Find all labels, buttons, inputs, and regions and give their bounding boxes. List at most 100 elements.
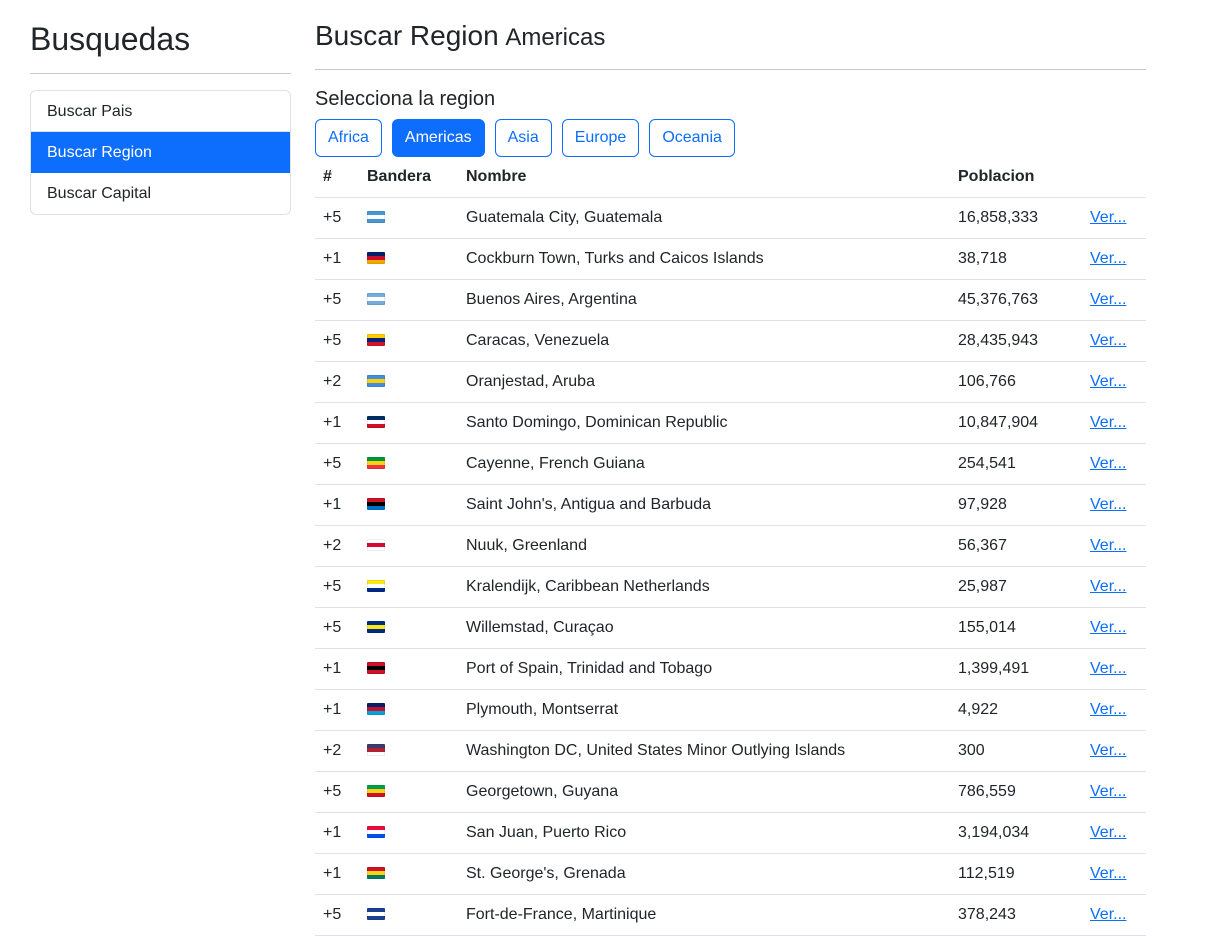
region-button-europe[interactable]: Europe [561, 119, 640, 157]
header-number: # [315, 157, 359, 198]
row-name: Cayenne, French Guiana [458, 443, 950, 485]
row-population: 10,847,904 [950, 402, 1082, 444]
row-number: +5 [315, 197, 359, 239]
row-action-cell: Ver... [1082, 361, 1146, 403]
row-name: Nuuk, Greenland [458, 525, 950, 567]
row-flag-cell [359, 361, 458, 403]
row-population: 16,858,333 [950, 197, 1082, 239]
row-action-cell: Ver... [1082, 279, 1146, 321]
row-action-cell: Ver... [1082, 402, 1146, 444]
row-number: +5 [315, 443, 359, 485]
menu-item-buscar-region[interactable]: Buscar Region [31, 132, 290, 173]
row-flag-cell [359, 402, 458, 444]
row-name: Port of Spain, Trinidad and Tobago [458, 648, 950, 690]
ver-link[interactable]: Ver... [1090, 824, 1126, 841]
ver-link[interactable]: Ver... [1090, 250, 1126, 267]
ver-link[interactable]: Ver... [1090, 742, 1126, 759]
ver-link[interactable]: Ver... [1090, 455, 1126, 472]
row-number: +2 [315, 525, 359, 567]
ver-link[interactable]: Ver... [1090, 619, 1126, 636]
row-number: +5 [315, 771, 359, 813]
region-button-africa[interactable]: Africa [315, 119, 382, 157]
row-flag-cell [359, 484, 458, 526]
row-flag-cell [359, 566, 458, 608]
row-name: Oranjestad, Aruba [458, 361, 950, 403]
row-population: 378,243 [950, 894, 1082, 936]
row-flag-cell [359, 279, 458, 321]
row-action-cell: Ver... [1082, 648, 1146, 690]
ver-link[interactable]: Ver... [1090, 701, 1126, 718]
region-buttons: Africa Americas Asia Europe Oceania [315, 119, 1146, 157]
row-name: Saint John's, Antigua and Barbuda [458, 484, 950, 526]
table-row: +5 Guatemala City, Guatemala 16,858,333 Ver… [315, 197, 1146, 239]
region-select-label: Selecciona la region [315, 88, 496, 110]
page-title: Buscar Region Americas [315, 0, 1146, 70]
row-flag-cell [359, 853, 458, 895]
row-number: +5 [315, 607, 359, 649]
menu-item-buscar-pais[interactable]: Buscar Pais [31, 91, 290, 132]
table-row: +2 Oranjestad, Aruba 106,766 Ver... [315, 361, 1146, 403]
row-name: Cockburn Town, Turks and Caicos Islands [458, 238, 950, 280]
flag-icon [367, 375, 385, 388]
row-flag-cell [359, 320, 458, 362]
table-row: +1 St. George's, Grenada 112,519 Ver... [315, 853, 1146, 895]
region-button-oceania[interactable]: Oceania [649, 119, 735, 157]
ver-link[interactable]: Ver... [1090, 906, 1126, 923]
row-name: Guatemala City, Guatemala [458, 197, 950, 239]
row-population: 4,922 [950, 689, 1082, 731]
ver-link[interactable]: Ver... [1090, 373, 1126, 390]
row-flag-cell [359, 197, 458, 239]
ver-link[interactable]: Ver... [1090, 209, 1126, 226]
sidebar-title: Busquedas [30, 0, 291, 74]
table-row: +1 Cockburn Town, Turks and Caicos Island… [315, 238, 1146, 280]
ver-link[interactable]: Ver... [1090, 660, 1126, 677]
row-population: 1,399,491 [950, 648, 1082, 690]
table-header-row: # Bandera Nombre Poblacion [315, 157, 1146, 198]
flag-icon [367, 498, 385, 511]
ver-link[interactable]: Ver... [1090, 496, 1126, 513]
row-name: St. George's, Grenada [458, 853, 950, 895]
row-population: 300 [950, 730, 1082, 772]
ver-link[interactable]: Ver... [1090, 291, 1126, 308]
row-flag-cell [359, 771, 458, 813]
row-action-cell: Ver... [1082, 894, 1146, 936]
table-row: +1 Plymouth, Montserrat 4,922 Ver... [315, 689, 1146, 731]
row-action-cell: Ver... [1082, 525, 1146, 567]
table-body: +5 Guatemala City, Guatemala 16,858,333 Ver… [315, 197, 1146, 936]
menu-item-buscar-capital[interactable]: Buscar Capital [31, 173, 290, 214]
page-title-text: Buscar Region [315, 20, 499, 51]
row-name: Kralendijk, Caribbean Netherlands [458, 566, 950, 608]
row-name: Plymouth, Montserrat [458, 689, 950, 731]
table-row: +5 Willemstad, Curaçao 155,014 Ver... [315, 607, 1146, 649]
flag-icon [367, 662, 385, 675]
flag-icon [367, 457, 385, 470]
table-row: +1 Saint John's, Antigua and Barbuda 97,92… [315, 484, 1146, 526]
ver-link[interactable]: Ver... [1090, 865, 1126, 882]
sidebar: Busquedas Buscar Pais Buscar Region Busc… [30, 0, 291, 215]
row-action-cell: Ver... [1082, 320, 1146, 362]
flag-icon [367, 621, 385, 634]
row-action-cell: Ver... [1082, 566, 1146, 608]
row-number: +5 [315, 566, 359, 608]
row-population: 155,014 [950, 607, 1082, 649]
row-name: Buenos Aires, Argentina [458, 279, 950, 321]
ver-link[interactable]: Ver... [1090, 537, 1126, 554]
row-population: 254,541 [950, 443, 1082, 485]
table-row: +5 Cayenne, French Guiana 254,541 Ver... [315, 443, 1146, 485]
page-subtitle: Americas [505, 24, 606, 51]
row-population: 112,519 [950, 853, 1082, 895]
ver-link[interactable]: Ver... [1090, 578, 1126, 595]
flag-icon [367, 867, 385, 880]
row-number: +1 [315, 484, 359, 526]
region-button-asia[interactable]: Asia [494, 119, 552, 157]
ver-link[interactable]: Ver... [1090, 332, 1126, 349]
row-number: +5 [315, 279, 359, 321]
region-button-americas[interactable]: Americas [391, 119, 485, 157]
ver-link[interactable]: Ver... [1090, 414, 1126, 431]
ver-link[interactable]: Ver... [1090, 783, 1126, 800]
row-population: 28,435,943 [950, 320, 1082, 362]
row-population: 45,376,763 [950, 279, 1082, 321]
row-flag-cell [359, 607, 458, 649]
flag-icon [367, 293, 385, 306]
header-actions [1082, 157, 1146, 198]
